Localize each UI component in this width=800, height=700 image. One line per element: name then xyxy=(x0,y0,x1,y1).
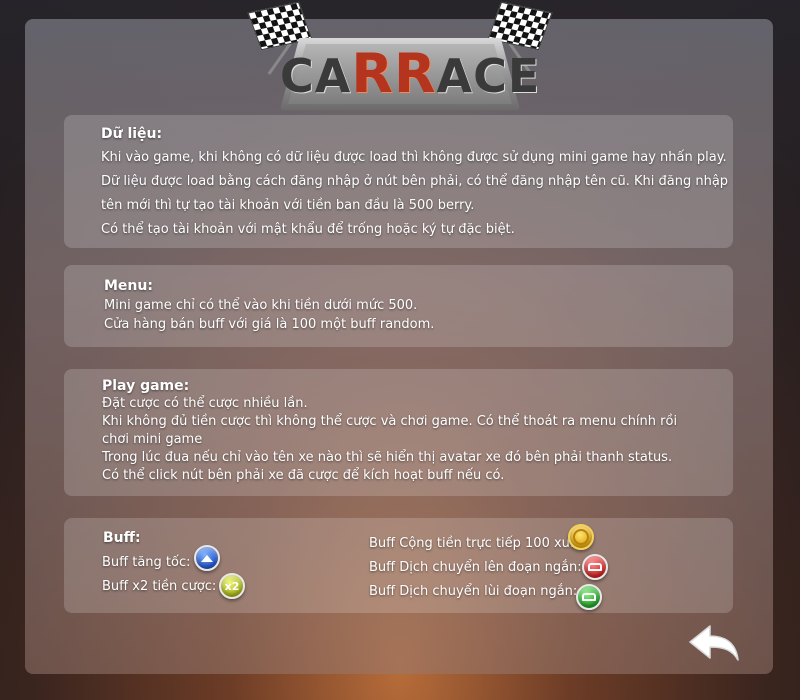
coin-icon xyxy=(568,524,594,550)
buff-coin-label: Buff Cộng tiền trực tiếp 100 xu: xyxy=(369,536,575,551)
section-line: Khi không đủ tiền cược thì không thể cượ… xyxy=(102,414,678,447)
menu-section: Menu: Mini game chỉ có thể vào khi tiền … xyxy=(64,265,733,347)
section-line: Có thể tạo tài khoản với mật khẩu để trố… xyxy=(101,222,515,237)
data-section: Dữ liệu: Khi vào game, khi không có dữ l… xyxy=(64,115,733,248)
section-line: Dữ liệu được load bằng cách đăng nhập ở … xyxy=(101,174,729,189)
logo-text-part2: RR xyxy=(351,42,437,105)
buff-speed-label: Buff tăng tốc: xyxy=(102,555,191,570)
back-arrow-icon[interactable] xyxy=(688,624,740,664)
section-title: Dữ liệu: xyxy=(101,126,163,142)
game-logo: CARRACE xyxy=(247,0,553,112)
logo-text-part1: CA xyxy=(280,49,352,103)
buff-back-label: Buff Dịch chuyển lùi đoạn ngắn: xyxy=(369,584,578,599)
section-title: Buff: xyxy=(103,530,141,546)
section-line: tên mới thì tự tạo tài khoản với tiền ba… xyxy=(101,198,475,213)
play-game-section: Play game: Đặt cược có thể cược nhiều lầ… xyxy=(64,369,733,496)
section-line: Cửa hàng bán buff với giá là 100 một buf… xyxy=(104,317,435,332)
buff-forward-label: Buff Dịch chuyển lên đoạn ngắn: xyxy=(369,560,582,575)
section-title: Menu: xyxy=(104,278,153,294)
logo-text-part3: ACE xyxy=(436,49,541,103)
logo-text: CARRACE xyxy=(280,42,539,105)
speed-up-icon xyxy=(194,545,220,571)
teleport-forward-icon xyxy=(582,554,608,580)
section-line: Có thể click nút bên phải xe đã cược để … xyxy=(102,468,505,483)
x2-icon: x2 xyxy=(219,573,245,599)
section-line: Đặt cược có thể cược nhiều lần. xyxy=(102,396,308,411)
section-line: Trong lúc đua nếu chỉ vào tên xe nào thì… xyxy=(102,450,673,465)
section-title: Play game: xyxy=(102,378,190,394)
section-line: Khi vào game, khi không có dữ liệu được … xyxy=(101,150,727,165)
buff-section: Buff: Buff tăng tốc: Buff x2 tiền cược: … xyxy=(64,518,733,613)
teleport-back-icon xyxy=(576,584,602,610)
buff-x2-label: Buff x2 tiền cược: xyxy=(102,579,217,594)
section-line: Mini game chỉ có thể vào khi tiền dưới m… xyxy=(104,298,418,313)
